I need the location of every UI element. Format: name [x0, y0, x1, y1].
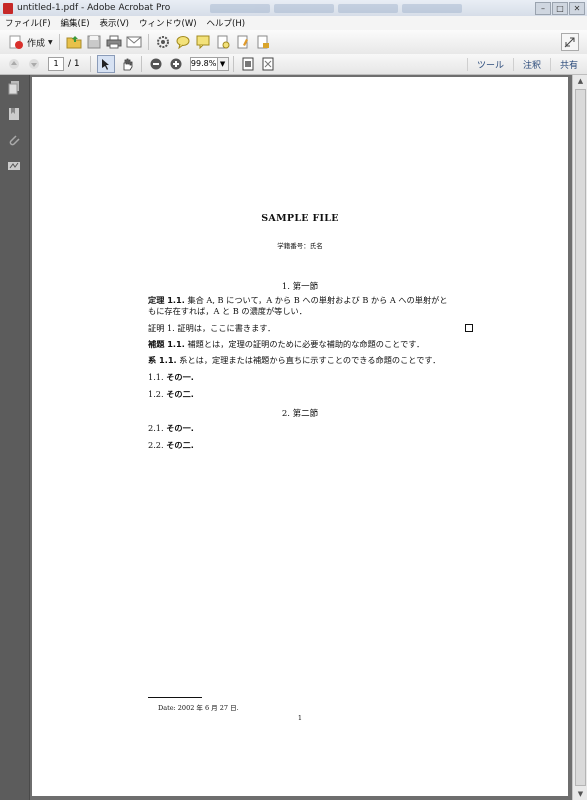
menu-help[interactable]: ヘルプ(H): [202, 17, 251, 29]
select-tool-icon[interactable]: [96, 55, 115, 73]
theorem-head: 定理 1.1.: [148, 295, 185, 305]
zoom-in-icon[interactable]: [168, 56, 184, 72]
corollary-paragraph: 系 1.1. 系とは，定理または補題から直ちに示すことのできる命題のことです．: [148, 355, 473, 366]
comment-icon[interactable]: [175, 34, 191, 50]
chevron-down-icon: ▼: [48, 38, 53, 46]
theorem-paragraph: 定理 1.1. 集合 A, B について，A から B への単射および B から…: [148, 295, 473, 317]
section-heading: 1. 第一節: [281, 282, 319, 292]
lemma-paragraph: 補題 1.1. 補題とは，定理の証明のために必要な補助的な命題のことです．: [148, 339, 473, 350]
subsection-title: その二.: [166, 389, 194, 399]
scroll-up-icon[interactable]: ▲: [573, 75, 587, 87]
minimize-button[interactable]: –: [535, 1, 551, 15]
print-icon[interactable]: [106, 34, 122, 50]
subsection-title: その二.: [166, 440, 194, 450]
theorem-text-2: もに存在すれば，A と B の濃度が等しい．: [148, 306, 307, 316]
gear-icon[interactable]: [155, 34, 171, 50]
zoom-out-icon[interactable]: [148, 56, 164, 72]
theorem-text-1: 集合 A, B について，A から B への単射および B から A への単射が…: [187, 295, 448, 305]
hand-tool-icon[interactable]: [119, 56, 135, 72]
toolbar-divider: [58, 34, 60, 50]
subsection-number: 1.2.: [148, 389, 164, 399]
navigation-pane: [0, 75, 30, 800]
save-icon[interactable]: [86, 34, 102, 50]
subsection-title: その一.: [166, 423, 194, 433]
page-number: 1: [297, 714, 303, 722]
vertical-scrollbar[interactable]: ▲ ▼: [572, 75, 587, 800]
page-total: / 1: [68, 59, 80, 69]
main-toolbar: 作成 ▼: [0, 30, 587, 55]
scroll-down-icon[interactable]: ▼: [573, 788, 587, 800]
window-title: untitled-1.pdf - Adobe Acrobat Pro: [17, 3, 171, 13]
document-view: SAMPLE FILE 学籍番号：氏名 1. 第一節 定理 1.1. 集合 A,…: [30, 75, 572, 800]
create-pdf-icon: [8, 34, 24, 50]
subsection-item: 2.2. その二.: [148, 440, 473, 451]
subsection-number: 1.1.: [148, 372, 164, 382]
subsection-item: 1.1. その一.: [148, 372, 473, 383]
create-label: 作成: [27, 38, 46, 49]
document-lock-icon[interactable]: [255, 34, 271, 50]
fit-page-icon[interactable]: [240, 56, 256, 72]
menu-edit[interactable]: 編集(E): [56, 17, 95, 29]
title-bar: untitled-1.pdf - Adobe Acrobat Pro – □ ✕: [0, 0, 587, 17]
page-number-input[interactable]: 1: [48, 57, 64, 71]
footnote-rule: [148, 697, 202, 698]
navigation-toolbar: 1 / 1 99.8% ▼ ツール 注釈 共有: [0, 54, 587, 75]
document-title: SAMPLE FILE: [261, 213, 339, 224]
acrobat-icon: [3, 2, 13, 14]
footnote: Date: 2002 年 6 月 27 日.: [158, 704, 239, 712]
corollary-text: 系とは，定理または補題から直ちに示すことのできる命題のことです．: [179, 355, 441, 365]
previous-page-icon[interactable]: [6, 56, 22, 72]
close-button[interactable]: ✕: [569, 1, 585, 15]
menu-view[interactable]: 表示(V): [95, 17, 134, 29]
full-screen-icon[interactable]: [260, 56, 276, 72]
corollary-head: 系 1.1.: [148, 355, 177, 365]
maximize-button[interactable]: □: [552, 1, 568, 15]
menu-file[interactable]: ファイル(F): [0, 17, 56, 29]
menu-bar: ファイル(F) 編集(E) 表示(V) ウィンドウ(W) ヘルプ(H): [0, 16, 587, 30]
tools-link[interactable]: ツール: [466, 57, 513, 71]
toolbar-divider: [232, 56, 234, 72]
attachments-icon[interactable]: [7, 133, 21, 147]
toolbar-divider: [89, 56, 91, 72]
signatures-icon[interactable]: [7, 159, 21, 173]
proof-paragraph: 証明 1. 証明は，ここに書きます．: [148, 323, 473, 334]
qed-box: [465, 324, 473, 332]
review-icon[interactable]: [215, 34, 231, 50]
menu-window[interactable]: ウィンドウ(W): [134, 17, 202, 29]
lemma-text: 補題とは，定理の証明のために必要な補助的な命題のことです．: [187, 339, 425, 349]
document-sign-icon[interactable]: [235, 34, 251, 50]
section-heading: 2. 第二節: [281, 409, 319, 419]
zoom-dropdown-icon[interactable]: ▼: [217, 57, 229, 71]
create-button[interactable]: 作成 ▼: [8, 33, 53, 51]
sticky-note-icon[interactable]: [195, 34, 211, 50]
pdf-page: SAMPLE FILE 学籍番号：氏名 1. 第一節 定理 1.1. 集合 A,…: [32, 77, 568, 796]
next-page-icon[interactable]: [26, 56, 42, 72]
subsection-number: 2.1.: [148, 423, 164, 433]
author-line: 学籍番号：氏名: [277, 242, 323, 250]
share-link[interactable]: 共有: [549, 57, 587, 71]
scrollbar-thumb[interactable]: [575, 89, 586, 786]
comment-link[interactable]: 注釈: [512, 57, 550, 71]
toolbar-divider: [147, 34, 149, 50]
subsection-title: その一.: [166, 372, 194, 382]
email-icon[interactable]: [126, 34, 142, 50]
subsection-item: 2.1. その一.: [148, 423, 473, 434]
page-thumbnails-icon[interactable]: [7, 81, 21, 95]
lemma-head: 補題 1.1.: [148, 339, 185, 349]
proof-text: 証明 1. 証明は，ここに書きます．: [148, 323, 276, 333]
subsection-item: 1.2. その二.: [148, 389, 473, 400]
open-folder-icon[interactable]: [66, 34, 82, 50]
toolbar-divider: [140, 56, 142, 72]
bookmarks-icon[interactable]: [7, 107, 21, 121]
expand-icon[interactable]: [561, 33, 579, 51]
zoom-level-input[interactable]: 99.8%: [189, 57, 218, 71]
subsection-number: 2.2.: [148, 440, 164, 450]
background-taskbar: [210, 3, 535, 13]
